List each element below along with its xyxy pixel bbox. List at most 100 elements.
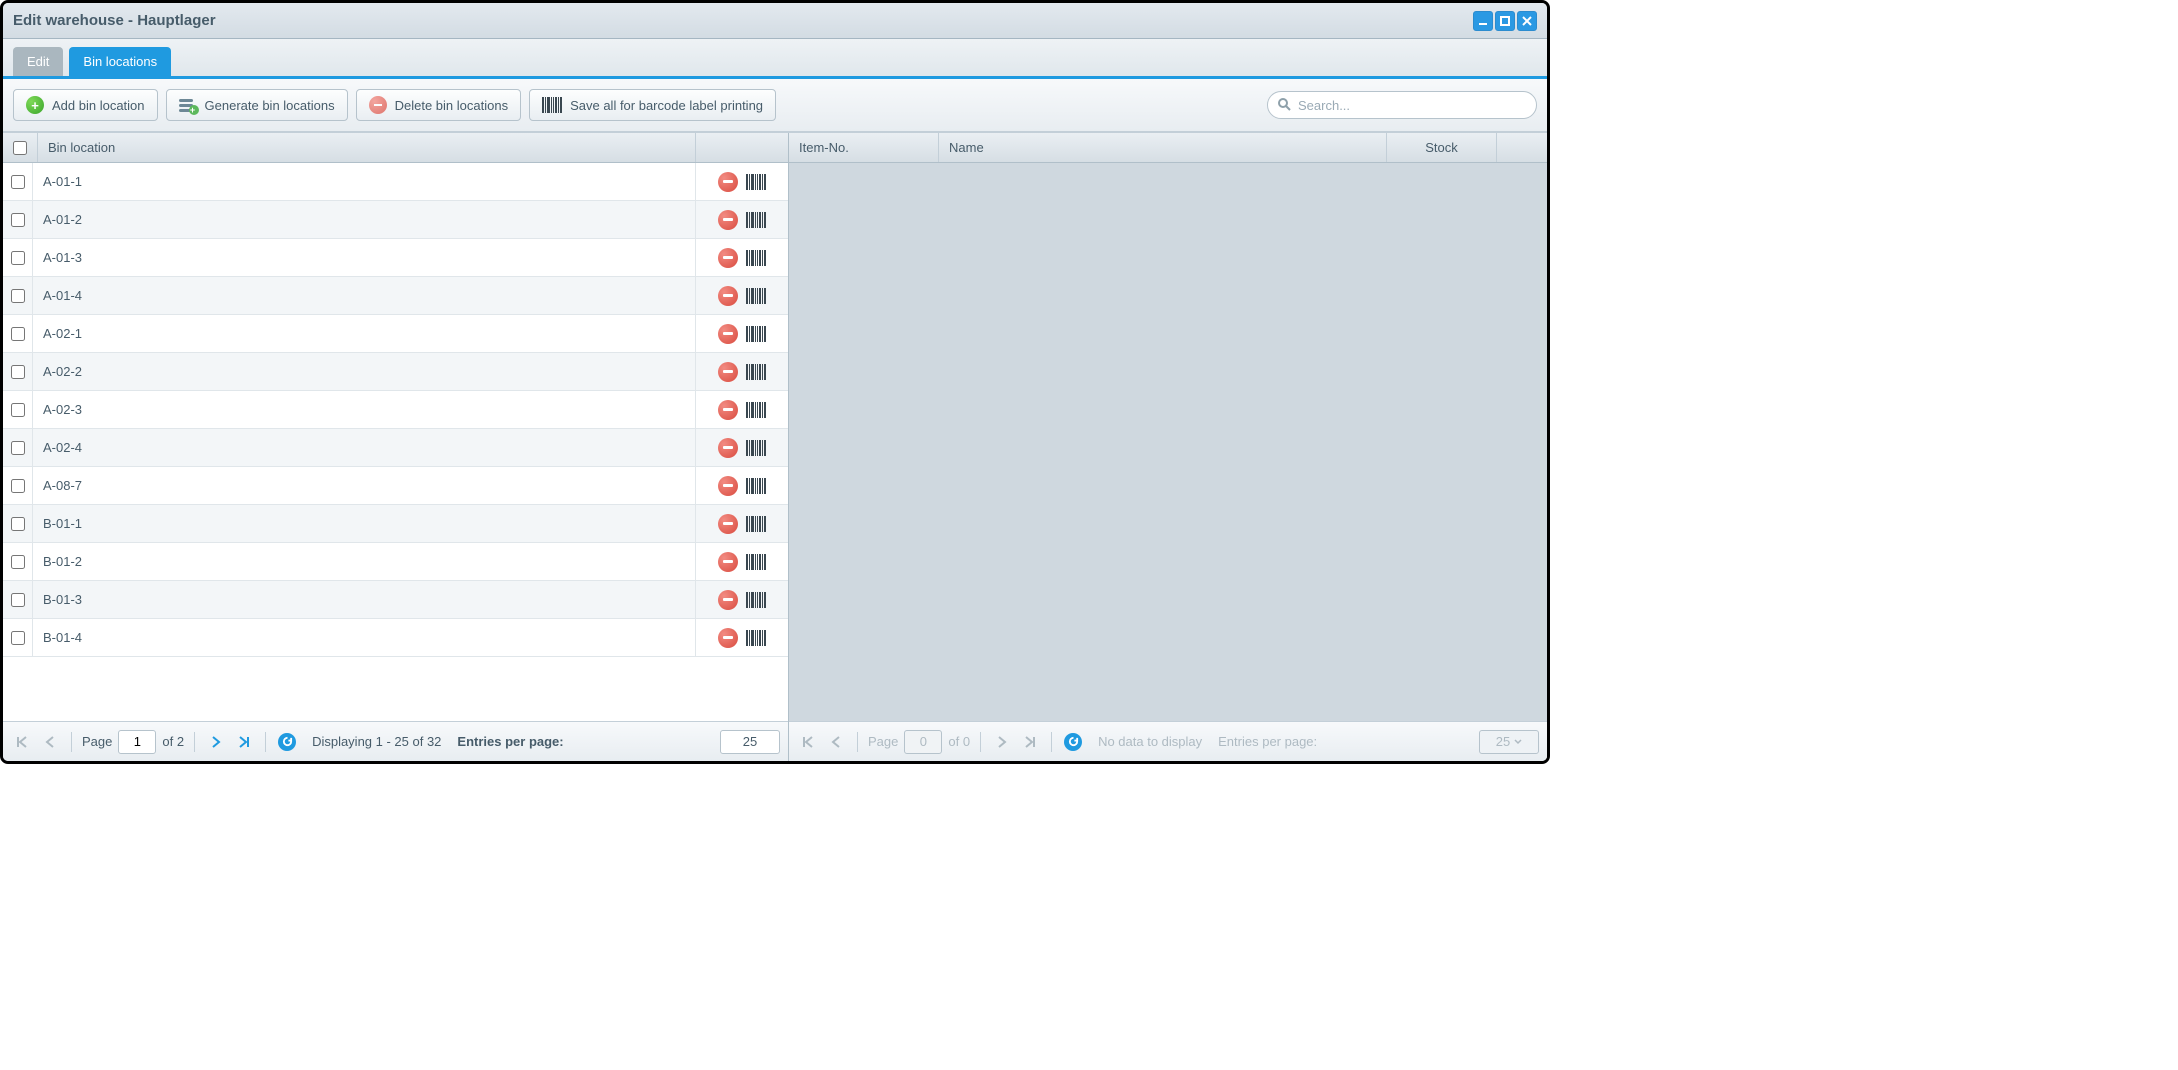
row-actions <box>696 324 788 344</box>
row-checkbox[interactable] <box>11 631 25 645</box>
bin-location-name: B-01-4 <box>33 619 696 656</box>
header-item-no[interactable]: Item-No. <box>789 133 939 162</box>
add-bin-location-button[interactable]: + Add bin location <box>13 89 158 121</box>
delete-row-button[interactable] <box>718 362 738 382</box>
entries-value: 25 <box>743 734 757 749</box>
tab-edit[interactable]: Edit <box>13 47 63 76</box>
delete-row-button[interactable] <box>718 476 738 496</box>
bin-location-name: A-02-4 <box>33 429 696 466</box>
header-bin-location[interactable]: Bin location <box>38 133 696 162</box>
barcode-icon[interactable] <box>746 478 766 494</box>
prev-page-button[interactable] <box>825 731 847 753</box>
tab-bin-locations[interactable]: Bin locations <box>69 47 171 76</box>
first-page-button[interactable] <box>11 731 33 753</box>
minimize-button[interactable] <box>1473 11 1493 31</box>
delete-row-button[interactable] <box>718 172 738 192</box>
select-all-checkbox[interactable] <box>13 141 27 155</box>
generate-bin-locations-button[interactable]: + Generate bin locations <box>166 89 348 121</box>
delete-row-button[interactable] <box>718 324 738 344</box>
row-checkbox[interactable] <box>11 403 25 417</box>
table-row[interactable]: A-01-1 <box>3 163 788 201</box>
page-input[interactable] <box>118 730 156 754</box>
separator <box>980 732 981 752</box>
delete-row-button[interactable] <box>718 552 738 572</box>
barcode-icon[interactable] <box>746 516 766 532</box>
table-row[interactable]: A-01-2 <box>3 201 788 239</box>
delete-row-button[interactable] <box>718 514 738 534</box>
row-checkbox[interactable] <box>11 517 25 531</box>
barcode-icon[interactable] <box>746 592 766 608</box>
row-checkbox[interactable] <box>11 289 25 303</box>
delete-row-button[interactable] <box>718 248 738 268</box>
close-button[interactable] <box>1517 11 1537 31</box>
barcode-icon[interactable] <box>746 402 766 418</box>
barcode-icon <box>542 97 562 113</box>
table-row[interactable]: A-01-3 <box>3 239 788 277</box>
row-checkbox[interactable] <box>11 213 25 227</box>
toolbar: + Add bin location + Generate bin locati… <box>3 79 1547 132</box>
barcode-icon[interactable] <box>746 630 766 646</box>
table-row[interactable]: B-01-3 <box>3 581 788 619</box>
maximize-button[interactable] <box>1495 11 1515 31</box>
chevron-down-icon <box>1514 739 1522 745</box>
delete-row-button[interactable] <box>718 400 738 420</box>
last-page-button[interactable] <box>1019 731 1041 753</box>
next-page-button[interactable] <box>991 731 1013 753</box>
barcode-icon[interactable] <box>746 554 766 570</box>
entries-per-page-select[interactable]: 25 <box>1479 730 1539 754</box>
barcode-icon[interactable] <box>746 250 766 266</box>
header-name[interactable]: Name <box>939 133 1387 162</box>
delete-row-button[interactable] <box>718 210 738 230</box>
row-checkbox[interactable] <box>11 479 25 493</box>
row-checkbox-cell <box>3 277 33 314</box>
save-barcode-label-button[interactable]: Save all for barcode label printing <box>529 89 776 121</box>
table-row[interactable]: B-01-1 <box>3 505 788 543</box>
table-row[interactable]: B-01-4 <box>3 619 788 657</box>
first-page-button[interactable] <box>797 731 819 753</box>
table-row[interactable]: A-02-1 <box>3 315 788 353</box>
barcode-icon[interactable] <box>746 364 766 380</box>
delete-row-button[interactable] <box>718 286 738 306</box>
barcode-icon[interactable] <box>746 326 766 342</box>
generate-icon: + <box>179 97 197 113</box>
table-row[interactable]: A-02-2 <box>3 353 788 391</box>
row-checkbox[interactable] <box>11 175 25 189</box>
refresh-button[interactable] <box>1062 731 1084 753</box>
delete-row-button[interactable] <box>718 590 738 610</box>
barcode-icon[interactable] <box>746 288 766 304</box>
row-checkbox-cell <box>3 543 33 580</box>
prev-page-button[interactable] <box>39 731 61 753</box>
next-page-button[interactable] <box>205 731 227 753</box>
search-input[interactable] <box>1267 91 1537 119</box>
separator <box>265 732 266 752</box>
header-actions <box>696 133 788 162</box>
row-checkbox[interactable] <box>11 365 25 379</box>
last-page-button[interactable] <box>233 731 255 753</box>
barcode-icon[interactable] <box>746 440 766 456</box>
minus-circle-icon <box>369 96 387 114</box>
entries-per-page-label: Entries per page: <box>1218 734 1317 749</box>
delete-bin-locations-button[interactable]: Delete bin locations <box>356 89 521 121</box>
entries-per-page-select[interactable]: 25 <box>720 730 780 754</box>
row-checkbox[interactable] <box>11 593 25 607</box>
refresh-button[interactable] <box>276 731 298 753</box>
table-row[interactable]: A-02-4 <box>3 429 788 467</box>
delete-row-button[interactable] <box>718 628 738 648</box>
barcode-icon[interactable] <box>746 174 766 190</box>
header-stock[interactable]: Stock <box>1387 133 1497 162</box>
display-info: Displaying 1 - 25 of 32 <box>312 734 441 749</box>
table-row[interactable]: A-08-7 <box>3 467 788 505</box>
row-checkbox[interactable] <box>11 251 25 265</box>
row-checkbox[interactable] <box>11 441 25 455</box>
table-row[interactable]: A-01-4 <box>3 277 788 315</box>
button-label: Add bin location <box>52 98 145 113</box>
bin-location-name: A-08-7 <box>33 467 696 504</box>
row-checkbox[interactable] <box>11 555 25 569</box>
row-actions <box>696 400 788 420</box>
page-label: Page <box>82 734 112 749</box>
table-row[interactable]: B-01-2 <box>3 543 788 581</box>
row-checkbox[interactable] <box>11 327 25 341</box>
delete-row-button[interactable] <box>718 438 738 458</box>
barcode-icon[interactable] <box>746 212 766 228</box>
table-row[interactable]: A-02-3 <box>3 391 788 429</box>
